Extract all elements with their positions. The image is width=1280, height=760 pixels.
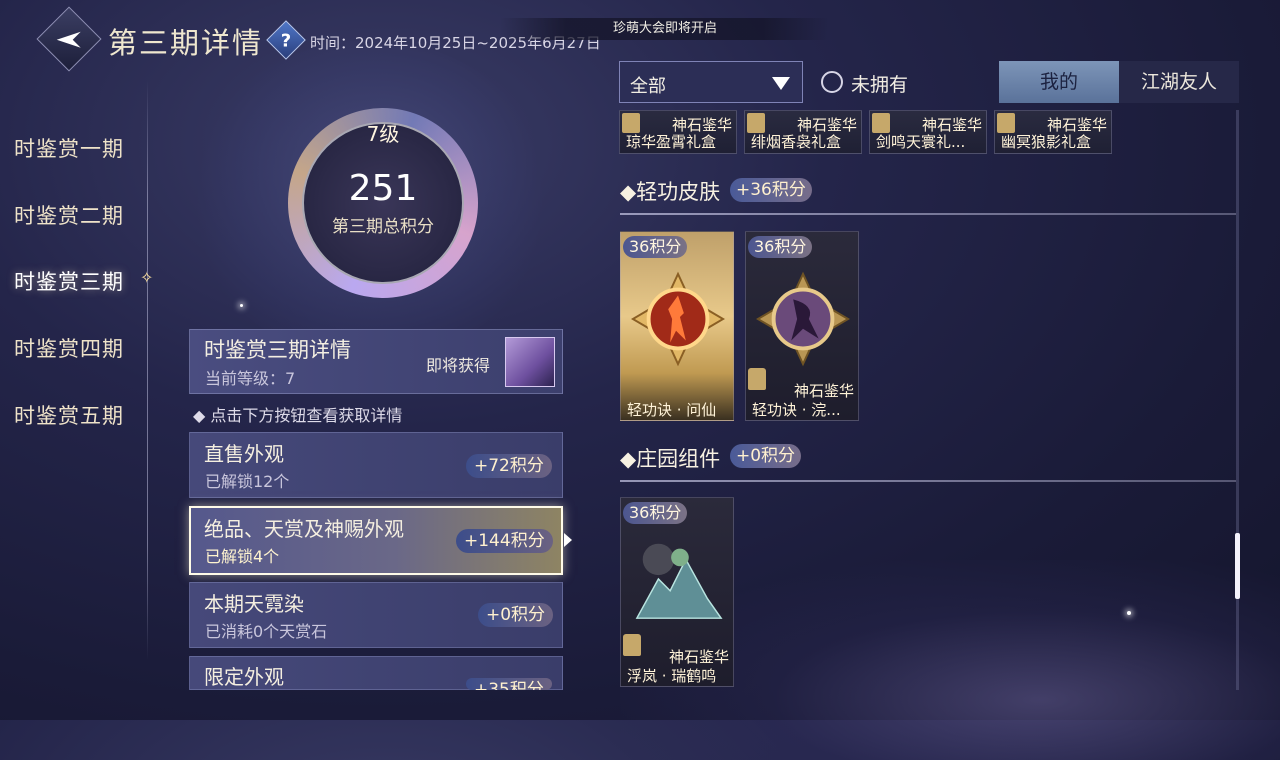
- back-button[interactable]: [36, 6, 102, 72]
- item-tag: 神石鉴华: [793, 382, 854, 400]
- nav-divider: [147, 80, 148, 660]
- section-title-qinggong: ◆轻功皮肤: [620, 180, 721, 204]
- tab-friends[interactable]: 江湖友人: [1119, 61, 1239, 103]
- category-title: 绝品、天赏及神赐外观: [204, 517, 404, 541]
- hint-text: ◆ 点击下方按钮查看获取详情: [193, 406, 403, 425]
- section-divider: [620, 213, 1236, 215]
- item-name: 幽冥狼影礼盒: [1001, 133, 1092, 151]
- lock-icon: [748, 368, 766, 390]
- item-name: 剑鸣天寰礼...: [876, 133, 966, 151]
- not-owned-label[interactable]: 未拥有: [851, 70, 908, 97]
- level-label: 7级: [366, 122, 400, 146]
- lock-icon: [747, 113, 765, 133]
- item-name: 浮岚 · 瑞鹤鸣: [627, 667, 717, 685]
- tab-mine[interactable]: 我的: [999, 61, 1119, 103]
- item-name: 绯烟香袅礼盒: [751, 133, 842, 151]
- scrollbar-track[interactable]: [1236, 110, 1239, 690]
- category-points-badge: +144积分: [456, 529, 553, 553]
- item-card[interactable]: 36积分 神石鉴华 浮岚 · 瑞鹤鸣: [620, 497, 734, 687]
- item-card[interactable]: 36积分 轻功诀 · 问仙: [620, 231, 734, 421]
- not-owned-radio[interactable]: [821, 71, 843, 93]
- item-name: 琼华盈霄礼盒: [626, 133, 717, 151]
- item-points-badge: 36积分: [623, 236, 688, 258]
- section-divider: [620, 480, 1236, 482]
- item-card[interactable]: 36积分 神石鉴华 轻功诀 · 浣...: [745, 231, 859, 421]
- question-icon: ?: [280, 30, 292, 52]
- nav-item-period-5[interactable]: 时鉴赏五期: [14, 400, 124, 430]
- item-card[interactable]: 神石鉴华 剑鸣天寰礼...: [869, 110, 987, 154]
- category-points-badge: +72积分: [466, 454, 552, 478]
- section-points-badge: +0积分: [730, 444, 802, 468]
- dropdown-triangle-icon: [772, 77, 790, 90]
- announcement-banner: 珍萌大会即将开启: [500, 18, 830, 40]
- manor-landscape-icon: [635, 543, 723, 619]
- item-points-badge: 36积分: [748, 236, 813, 258]
- nav-item-period-3[interactable]: 时鉴赏三期: [14, 266, 124, 296]
- filter-dropdown-value: 全部: [630, 76, 666, 97]
- total-score-label: 第三期总积分: [332, 217, 434, 237]
- item-card[interactable]: 神石鉴华 绯烟香袅礼盒: [744, 110, 862, 154]
- section-title-manor: ◆庄园组件: [620, 447, 721, 471]
- nav-item-period-2[interactable]: 时鉴赏二期: [14, 200, 124, 230]
- lock-icon: [872, 113, 890, 133]
- category-subtitle: 已消耗0个天赏石: [205, 622, 328, 641]
- nav-item-period-4[interactable]: 时鉴赏四期: [14, 333, 124, 363]
- item-name: 轻功诀 · 问仙: [627, 401, 717, 419]
- star-decoration: [1127, 611, 1131, 615]
- qinggong-medal-icon: [630, 271, 726, 367]
- page-title: 第三期详情: [108, 26, 264, 60]
- selected-arrow-icon: [564, 533, 572, 547]
- item-tag: 神石鉴华: [668, 648, 729, 666]
- help-button[interactable]: ?: [266, 20, 306, 60]
- section-title-label: 轻功皮肤: [636, 180, 721, 204]
- section-title-label: 庄园组件: [636, 447, 721, 471]
- category-title: 限定外观: [204, 665, 284, 689]
- item-card[interactable]: 神石鉴华 幽冥狼影礼盒: [994, 110, 1112, 154]
- upcoming-reward-label: 即将获得: [426, 356, 491, 375]
- category-subtitle: 已解锁12个: [205, 472, 290, 491]
- upcoming-reward-image[interactable]: [505, 337, 555, 387]
- lock-icon: [622, 113, 640, 133]
- category-title: 直售外观: [204, 442, 284, 466]
- current-level: 当前等级：7: [205, 369, 296, 388]
- hint-label: 点击下方按钮查看获取详情: [210, 406, 403, 425]
- category-points-badge: +0积分: [478, 603, 554, 627]
- item-name: 轻功诀 · 浣...: [752, 401, 841, 419]
- category-points-badge: +35积分: [466, 678, 552, 690]
- category-subtitle: 已解锁4个: [205, 547, 280, 566]
- item-points-badge: 36积分: [623, 502, 688, 524]
- item-card[interactable]: 神石鉴华 琼华盈霄礼盒: [619, 110, 737, 154]
- section-points-badge: +36积分: [730, 178, 812, 202]
- qinggong-medal-icon: [755, 271, 851, 367]
- category-title: 本期天霓染: [204, 592, 304, 616]
- filter-dropdown[interactable]: 全部: [619, 61, 803, 103]
- back-arrow-icon: [56, 31, 81, 48]
- lock-icon: [997, 113, 1015, 133]
- star-decoration: [240, 304, 243, 307]
- lock-icon: [623, 634, 641, 656]
- period-detail-title: 时鉴赏三期详情: [204, 338, 351, 362]
- scrollbar-thumb[interactable]: [1235, 533, 1240, 599]
- active-nav-marker-icon: ✧: [140, 268, 154, 287]
- nav-item-period-1[interactable]: 时鉴赏一期: [14, 133, 124, 163]
- total-score: 251: [348, 168, 418, 209]
